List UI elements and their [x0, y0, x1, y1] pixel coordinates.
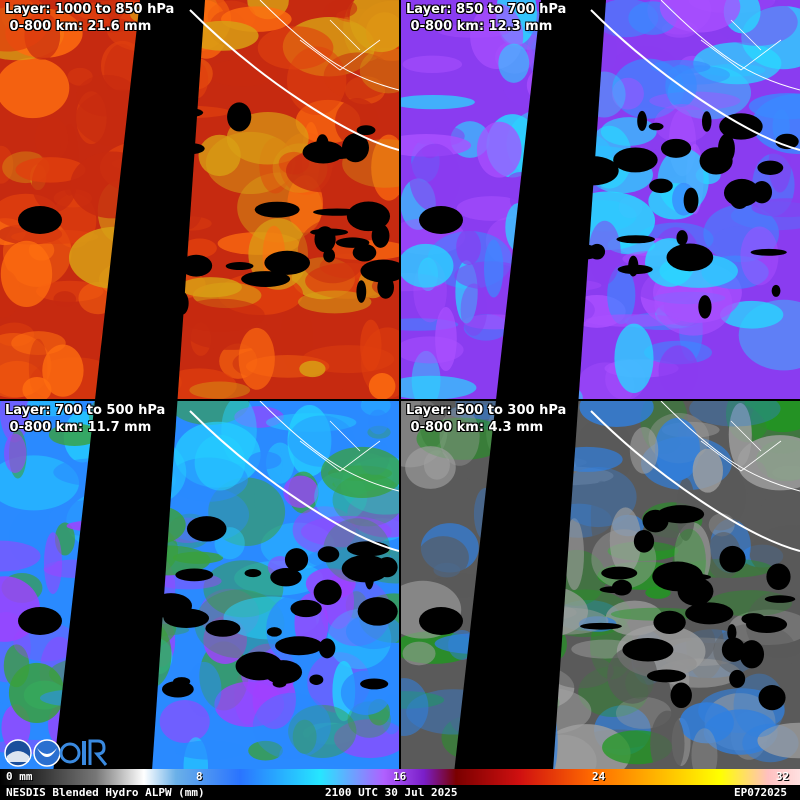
panel-label: Layer: 1000 to 850 hPa 0-800 km: 21.6 mm — [5, 1, 174, 35]
moisture-map-700-500 — [0, 401, 399, 769]
layer-label: Layer: 1000 to 850 hPa — [5, 2, 175, 17]
panel-divider-horizontal — [0, 399, 800, 401]
moisture-map-850-700 — [401, 0, 800, 399]
noaa-logo-icon — [33, 739, 61, 767]
colorbar-tick: 0 mm — [6, 770, 33, 783]
layer-label: Layer: 700 to 500 hPa — [5, 403, 166, 418]
panel-label: Layer: 500 to 300 hPa 0-800 km: 4.3 mm — [406, 402, 566, 436]
colorbar-tick: 16 — [393, 770, 407, 783]
agency-logos — [4, 739, 108, 767]
colorbar: 0 mm 8 16 24 32 — [0, 769, 800, 785]
value-label: 0-800 km: 21.6 mm — [9, 19, 152, 34]
nesdis-logo-icon — [4, 739, 32, 767]
panel-label: Layer: 700 to 500 hPa 0-800 km: 11.7 mm — [5, 402, 165, 436]
panel-label: Layer: 850 to 700 hPa 0-800 km: 12.3 mm — [406, 1, 566, 35]
storm-id: EP072025 — [734, 786, 787, 799]
colorbar-tick: 24 — [592, 770, 606, 783]
value-label: 0-800 km: 11.7 mm — [9, 420, 152, 435]
colorbar-tick: 32 — [776, 770, 790, 783]
cira-logo-icon — [59, 739, 108, 766]
value-label: 0-800 km: 4.3 mm — [410, 420, 544, 435]
panel-1000-850: Layer: 1000 to 850 hPa 0-800 km: 21.6 mm — [0, 0, 399, 399]
value-label: 0-800 km: 12.3 mm — [410, 19, 553, 34]
panel-850-700: Layer: 850 to 700 hPa 0-800 km: 12.3 mm — [401, 0, 800, 399]
valid-time: 2100 UTC 30 Jul 2025 — [325, 786, 458, 799]
panel-divider-vertical — [399, 0, 401, 769]
layer-label: Layer: 500 to 300 hPa — [406, 403, 567, 418]
footer: NESDIS Blended Hydro ALPW (mm) 2100 UTC … — [0, 785, 800, 800]
product-title: NESDIS Blended Hydro ALPW (mm) — [6, 786, 205, 799]
colorbar-tick: 8 — [196, 770, 203, 783]
panel-500-300: Layer: 500 to 300 hPa 0-800 km: 4.3 mm — [401, 401, 800, 800]
moisture-map-1000-850 — [0, 0, 399, 399]
moisture-map-500-300 — [401, 401, 800, 769]
layer-label: Layer: 850 to 700 hPa — [406, 2, 567, 17]
